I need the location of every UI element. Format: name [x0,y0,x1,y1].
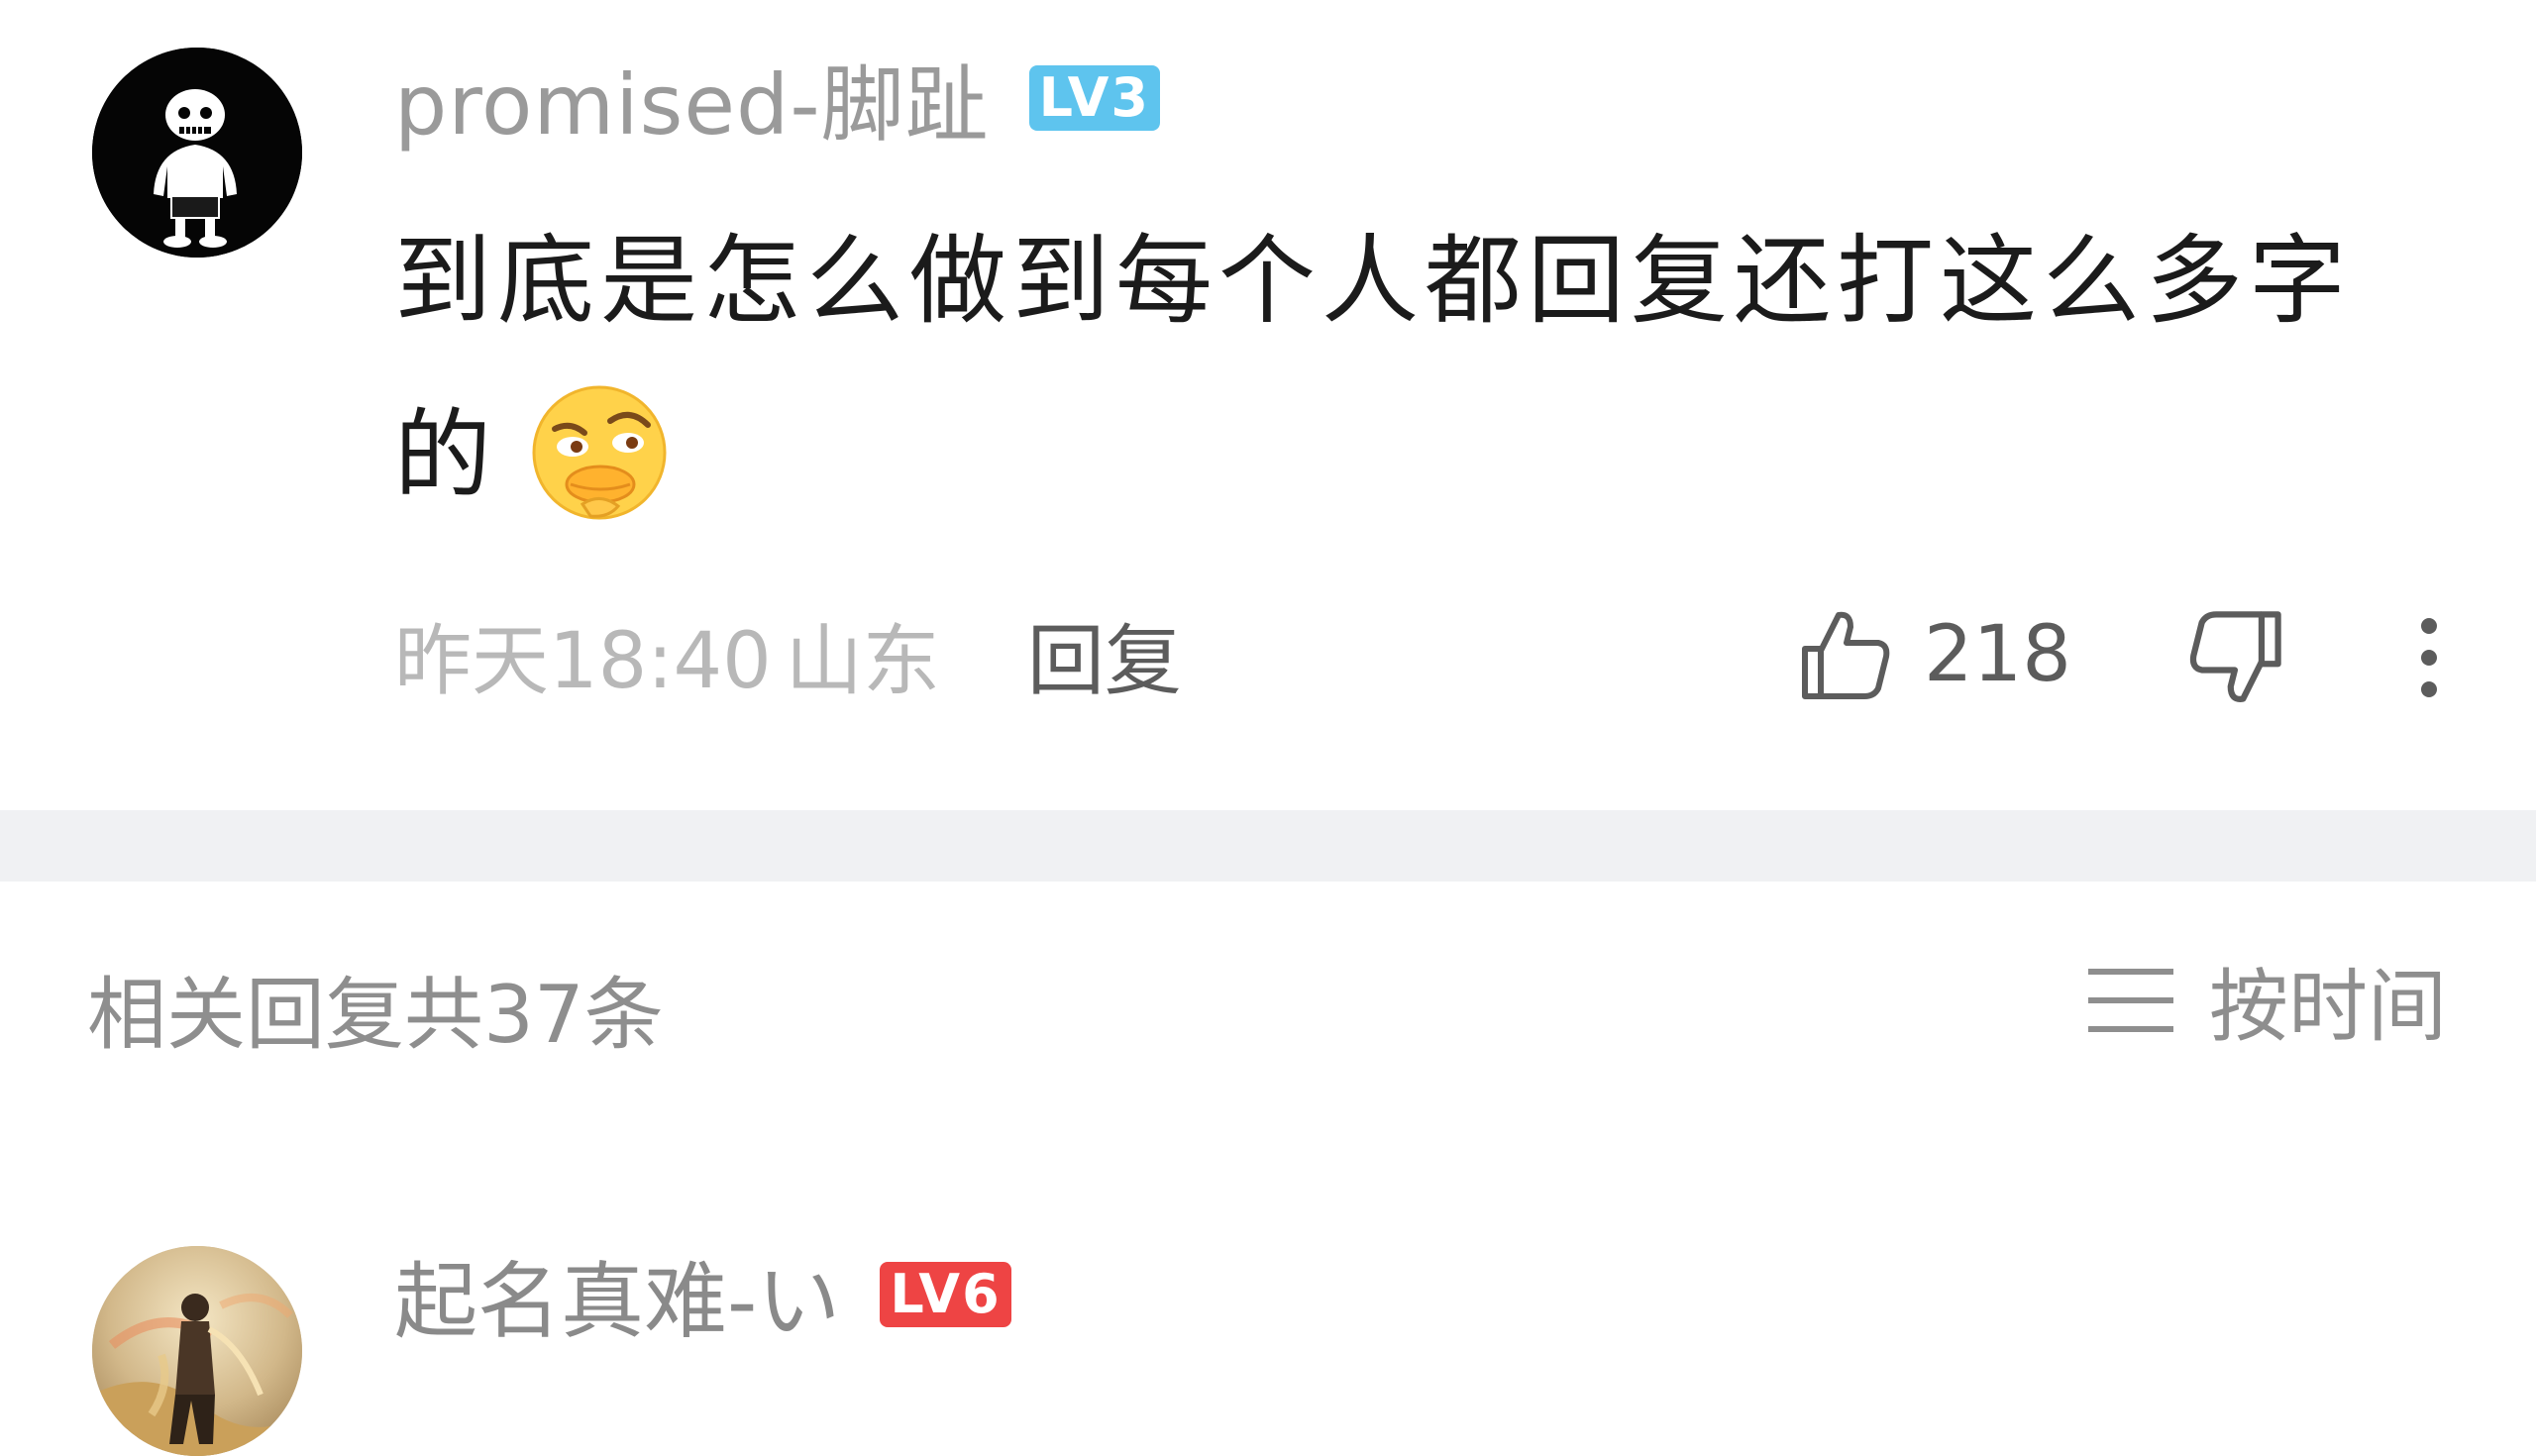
avatar[interactable] [92,48,302,258]
thumbs-up-icon [1802,611,1890,699]
author-name[interactable]: promised-脚趾 [394,39,990,158]
main-comment: promised-脚趾 LV3 到底是怎么做到每个人都回复还打这么多字 的 昨天… [0,0,2536,810]
level-badge: LV3 [1028,65,1160,131]
reply-author-row: 起名真难-い LV6 [394,1240,1011,1350]
replies-count: 相关回复共37条 [87,969,664,1061]
menu-lines-icon [2088,969,2173,1032]
comment-location: 山东 [785,617,940,706]
sort-label: 按时间 [2209,961,2447,1053]
comment-meta: 昨天18:40 山东 回复 [394,600,1182,709]
comment-text: 到底是怎么做到每个人都回复还打这么多字 的 [394,194,2435,543]
author-row: promised-脚趾 LV3 [394,44,1160,154]
vertical-ellipsis-icon [2421,618,2437,697]
dislike-button[interactable] [2185,606,2288,709]
comment-text-tail: 的 [394,399,498,512]
skeleton-character-avatar-image [92,48,302,258]
illustrated-character-avatar-image [92,1246,302,1456]
comment-text-line: 的 [394,368,2435,543]
reply-author-name[interactable]: 起名真难-い [394,1235,840,1355]
avatar[interactable] [92,1246,302,1456]
like-button[interactable]: 218 [1795,600,2071,709]
comment-text-line: 到底是怎么做到每个人都回复还打这么多字 [394,225,2353,338]
replies-header: 相关回复共37条 按时间 [0,882,2536,1129]
thumbs-down-icon [2189,611,2281,702]
more-options-button[interactable] [2401,606,2457,709]
reply-item: 起名真难-い LV6 [0,1129,2536,1456]
sort-toggle[interactable]: 按时间 [2086,949,2447,1053]
section-divider [0,810,2536,882]
like-count: 218 [1924,610,2071,699]
reply-button[interactable]: 回复 [1027,599,1182,710]
comment-timestamp: 昨天18:40 山东 [394,617,940,706]
thinking-duck-face-emoji-icon [525,381,674,530]
level-badge: LV6 [880,1262,1011,1327]
